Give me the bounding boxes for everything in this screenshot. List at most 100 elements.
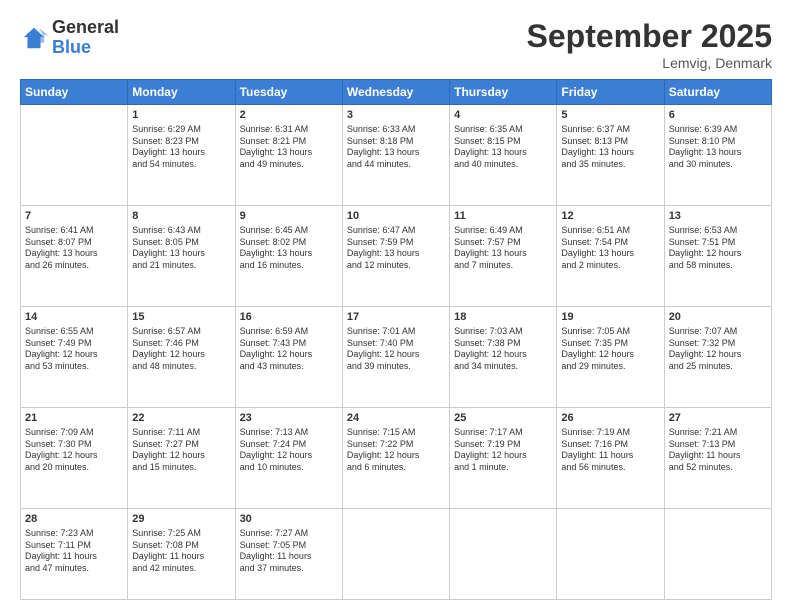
cell-info: and 42 minutes. (132, 563, 230, 575)
cell-info: Daylight: 12 hours (132, 349, 230, 361)
cell-info: Daylight: 12 hours (454, 349, 552, 361)
calendar-table: Sunday Monday Tuesday Wednesday Thursday… (20, 79, 772, 600)
cell-info: Daylight: 11 hours (25, 551, 123, 563)
col-sunday: Sunday (21, 80, 128, 105)
cell-info: and 7 minutes. (454, 260, 552, 272)
table-cell: 19Sunrise: 7:05 AMSunset: 7:35 PMDayligh… (557, 307, 664, 408)
cell-info: Sunrise: 7:23 AM (25, 528, 123, 540)
cell-info: Sunrise: 7:05 AM (561, 326, 659, 338)
cell-info: Sunrise: 7:07 AM (669, 326, 767, 338)
cell-info: Sunrise: 6:35 AM (454, 124, 552, 136)
table-cell (664, 509, 771, 600)
table-cell: 17Sunrise: 7:01 AMSunset: 7:40 PMDayligh… (342, 307, 449, 408)
day-number: 10 (347, 209, 445, 224)
table-cell: 22Sunrise: 7:11 AMSunset: 7:27 PMDayligh… (128, 408, 235, 509)
cell-info: and 2 minutes. (561, 260, 659, 272)
cell-info: and 48 minutes. (132, 361, 230, 373)
day-number: 19 (561, 310, 659, 325)
table-cell: 29Sunrise: 7:25 AMSunset: 7:08 PMDayligh… (128, 509, 235, 600)
day-number: 22 (132, 411, 230, 426)
table-cell: 18Sunrise: 7:03 AMSunset: 7:38 PMDayligh… (450, 307, 557, 408)
cell-info: Daylight: 12 hours (347, 349, 445, 361)
table-cell (450, 509, 557, 600)
cell-info: Sunrise: 7:27 AM (240, 528, 338, 540)
day-number: 3 (347, 108, 445, 123)
week-row-2: 7Sunrise: 6:41 AMSunset: 8:07 PMDaylight… (21, 206, 772, 307)
cell-info: Sunrise: 6:37 AM (561, 124, 659, 136)
col-thursday: Thursday (450, 80, 557, 105)
cell-info: Sunset: 7:30 PM (25, 439, 123, 451)
cell-info: Daylight: 13 hours (454, 248, 552, 260)
cell-info: Sunset: 8:18 PM (347, 136, 445, 148)
cell-info: Sunset: 7:43 PM (240, 338, 338, 350)
day-number: 11 (454, 209, 552, 224)
cell-info: Sunset: 7:11 PM (25, 540, 123, 552)
page-header: General Blue September 2025 Lemvig, Denm… (20, 18, 772, 71)
cell-info: Sunset: 7:32 PM (669, 338, 767, 350)
cell-info: Daylight: 11 hours (132, 551, 230, 563)
col-friday: Friday (557, 80, 664, 105)
cell-info: Sunrise: 7:01 AM (347, 326, 445, 338)
cell-info: Sunset: 7:22 PM (347, 439, 445, 451)
cell-info: Daylight: 13 hours (132, 147, 230, 159)
table-cell: 26Sunrise: 7:19 AMSunset: 7:16 PMDayligh… (557, 408, 664, 509)
cell-info: Daylight: 12 hours (454, 450, 552, 462)
cell-info: Sunset: 7:49 PM (25, 338, 123, 350)
cell-info: Sunset: 8:07 PM (25, 237, 123, 249)
table-cell: 24Sunrise: 7:15 AMSunset: 7:22 PMDayligh… (342, 408, 449, 509)
cell-info: Sunrise: 7:03 AM (454, 326, 552, 338)
cell-info: Sunrise: 7:19 AM (561, 427, 659, 439)
cell-info: Daylight: 12 hours (240, 450, 338, 462)
cell-info: Sunset: 8:02 PM (240, 237, 338, 249)
cell-info: Daylight: 12 hours (347, 450, 445, 462)
cell-info: Sunrise: 6:57 AM (132, 326, 230, 338)
cell-info: Sunset: 7:51 PM (669, 237, 767, 249)
cell-info: Sunset: 7:54 PM (561, 237, 659, 249)
cell-info: and 6 minutes. (347, 462, 445, 474)
cell-info: Sunrise: 6:51 AM (561, 225, 659, 237)
cell-info: Daylight: 12 hours (25, 349, 123, 361)
cell-info: and 56 minutes. (561, 462, 659, 474)
col-wednesday: Wednesday (342, 80, 449, 105)
day-number: 18 (454, 310, 552, 325)
cell-info: Sunset: 8:15 PM (454, 136, 552, 148)
day-number: 5 (561, 108, 659, 123)
cell-info: Sunrise: 7:13 AM (240, 427, 338, 439)
cell-info: and 34 minutes. (454, 361, 552, 373)
cell-info: Sunset: 7:40 PM (347, 338, 445, 350)
day-number: 23 (240, 411, 338, 426)
cell-info: Sunset: 7:13 PM (669, 439, 767, 451)
logo-blue-text: Blue (52, 38, 119, 58)
cell-info: Daylight: 12 hours (669, 248, 767, 260)
day-number: 2 (240, 108, 338, 123)
day-number: 30 (240, 512, 338, 527)
cell-info: and 26 minutes. (25, 260, 123, 272)
cell-info: Daylight: 13 hours (561, 147, 659, 159)
cell-info: Daylight: 13 hours (347, 248, 445, 260)
cell-info: Daylight: 12 hours (669, 349, 767, 361)
table-cell: 5Sunrise: 6:37 AMSunset: 8:13 PMDaylight… (557, 105, 664, 206)
cell-info: Sunrise: 6:47 AM (347, 225, 445, 237)
cell-info: Sunrise: 6:55 AM (25, 326, 123, 338)
day-number: 1 (132, 108, 230, 123)
day-number: 4 (454, 108, 552, 123)
table-cell: 6Sunrise: 6:39 AMSunset: 8:10 PMDaylight… (664, 105, 771, 206)
table-cell: 30Sunrise: 7:27 AMSunset: 7:05 PMDayligh… (235, 509, 342, 600)
cell-info: Sunset: 7:27 PM (132, 439, 230, 451)
week-row-5: 28Sunrise: 7:23 AMSunset: 7:11 PMDayligh… (21, 509, 772, 600)
day-number: 21 (25, 411, 123, 426)
cell-info: Sunrise: 7:17 AM (454, 427, 552, 439)
cell-info: and 25 minutes. (669, 361, 767, 373)
cell-info: Sunrise: 6:41 AM (25, 225, 123, 237)
cell-info: and 43 minutes. (240, 361, 338, 373)
cell-info: Daylight: 11 hours (240, 551, 338, 563)
cell-info: Daylight: 13 hours (240, 147, 338, 159)
cell-info: and 54 minutes. (132, 159, 230, 171)
cell-info: Daylight: 13 hours (347, 147, 445, 159)
day-number: 29 (132, 512, 230, 527)
cell-info: Sunrise: 7:15 AM (347, 427, 445, 439)
table-cell: 25Sunrise: 7:17 AMSunset: 7:19 PMDayligh… (450, 408, 557, 509)
cell-info: and 49 minutes. (240, 159, 338, 171)
cell-info: and 52 minutes. (669, 462, 767, 474)
table-cell: 2Sunrise: 6:31 AMSunset: 8:21 PMDaylight… (235, 105, 342, 206)
